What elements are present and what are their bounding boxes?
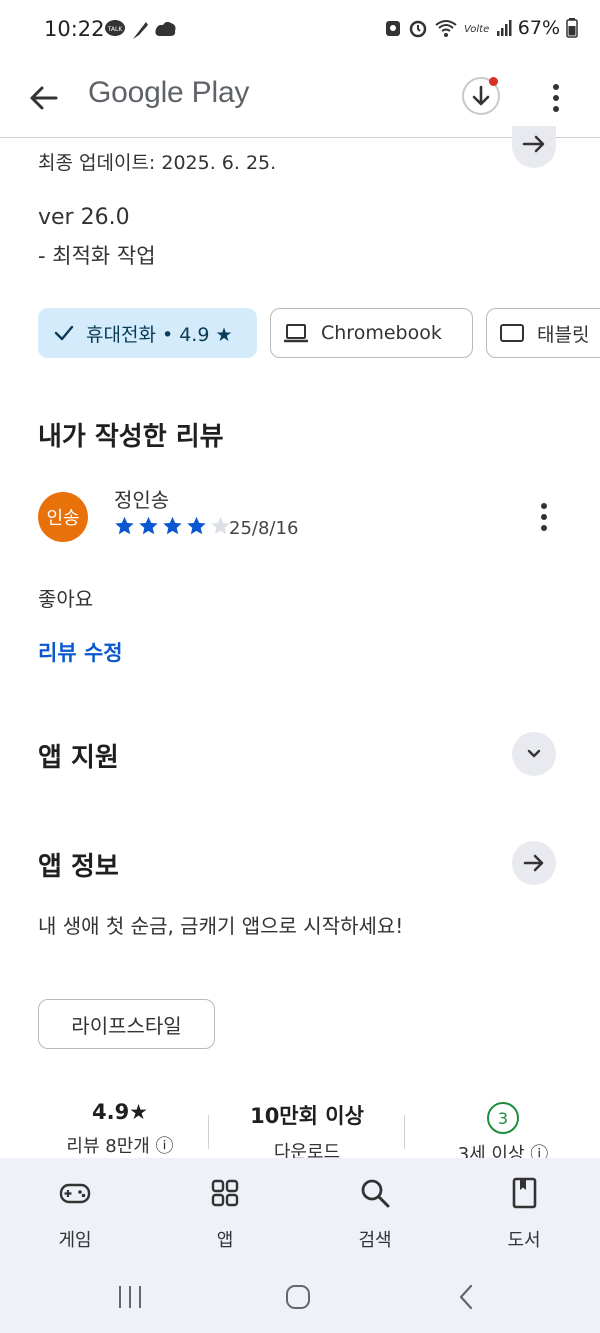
status-right: Volte 67% [384, 17, 578, 39]
app-info-title: 앱 정보 [38, 852, 119, 882]
star-filled-icon [139, 516, 158, 535]
signal-icon [496, 20, 512, 36]
category-label: 라이프스타일 [71, 1013, 182, 1038]
gamepad-icon [59, 1183, 91, 1204]
laptop-icon [284, 324, 308, 343]
nav-search-label: 검색 [358, 1230, 392, 1251]
review-date: 25/8/16 [229, 518, 299, 539]
nav-books-label: 도서 [507, 1230, 541, 1251]
avatar: 인송 [38, 492, 88, 542]
divider [208, 1115, 209, 1149]
chip-chromebook-label: Chromebook [321, 322, 442, 344]
app-support-expand-button[interactable] [512, 732, 556, 776]
nav-apps[interactable]: 앱 [185, 1176, 265, 1252]
notification-icons: TALK [104, 19, 178, 41]
my-review-title: 내가 작성한 리뷰 [38, 422, 224, 452]
battery-icon [566, 18, 578, 38]
divider [404, 1115, 405, 1149]
book-icon [512, 1177, 537, 1209]
svg-text:TALK: TALK [107, 26, 124, 33]
recent-apps-icon[interactable] [115, 1282, 145, 1312]
star-filled-icon [187, 516, 206, 535]
notification-dot [489, 77, 498, 86]
status-bar: 10:22 TALK Volte 67% [0, 0, 600, 62]
stat-rating-value: 4.9★ [91, 1100, 149, 1124]
app-description: 내 생애 첫 순금, 금캐기 앱으로 시작하세요! [38, 914, 404, 938]
reviewer-name: 정인송 [114, 488, 170, 512]
age-badge: 3 [487, 1102, 519, 1134]
chip-phone-label: 휴대전화 • 4.9 ★ [86, 323, 233, 346]
last-updated: 최종 업데이트: 2025. 6. 25. [38, 152, 277, 174]
app-info-arrow-button[interactable] [512, 841, 556, 885]
edit-review-link[interactable]: 리뷰 수정 [38, 637, 123, 667]
apps-grid-icon [211, 1179, 239, 1207]
stat-rating-label: 리뷰 8만개 ⓘ [66, 1136, 174, 1157]
chip-chromebook[interactable]: Chromebook [270, 308, 473, 358]
review-text: 좋아요 [38, 587, 94, 611]
status-time: 10:22 [44, 17, 105, 41]
check-icon [54, 325, 74, 341]
bottom-navigation: 게임 앱 검색 도서 [0, 1158, 600, 1333]
arrow-right-icon [522, 135, 545, 153]
stat-age: 3 3세 이상 ⓘ [420, 1100, 586, 1166]
stat-rating: 4.9★ 리뷰 8만개 ⓘ [40, 1100, 200, 1158]
battery-percent: 67% [517, 17, 560, 39]
search-icon [361, 1179, 390, 1208]
more-options-icon[interactable] [544, 80, 568, 116]
nav-books[interactable]: 도서 [484, 1176, 564, 1252]
avatar-text: 인송 [46, 508, 80, 529]
nav-search[interactable]: 검색 [335, 1176, 415, 1252]
review-more-options-icon[interactable] [532, 500, 556, 534]
star-filled-icon [115, 516, 134, 535]
talk-icon: TALK [105, 20, 125, 36]
wifi-icon [435, 20, 457, 37]
volte-icon: Volte [464, 24, 489, 35]
chip-tablet-label: 태블릿 [537, 323, 590, 346]
star-rating [113, 515, 232, 537]
app-support-title: 앱 지원 [38, 743, 119, 773]
nav-apps-label: 앱 [216, 1230, 234, 1251]
whats-new-arrow-button[interactable] [512, 126, 556, 168]
google-play-logo: Google Play [88, 76, 250, 109]
feather-icon [133, 22, 148, 39]
stat-downloads: 10만회 이상 다운로드 [222, 1100, 392, 1164]
star-filled-icon [163, 516, 182, 535]
chevron-down-icon [527, 749, 541, 758]
alarm-icon [409, 20, 427, 38]
battery-saver-icon [385, 21, 400, 36]
chip-phone[interactable]: 휴대전화 • 4.9 ★ [38, 308, 257, 358]
cloud-icon [155, 21, 176, 36]
back-arrow-icon[interactable] [26, 80, 62, 116]
tablet-icon [500, 324, 524, 342]
back-nav-icon[interactable] [452, 1282, 482, 1312]
chip-tablet[interactable]: 태블릿 [486, 308, 600, 358]
category-chip[interactable]: 라이프스타일 [38, 999, 215, 1049]
age-badge-text: 3 [497, 1108, 509, 1128]
svg-text:Volte: Volte [464, 24, 489, 35]
version-text: ver 26.0 [38, 205, 130, 230]
nav-games-label: 게임 [58, 1230, 92, 1251]
stat-downloads-value: 10만회 이상 [250, 1104, 364, 1128]
home-icon[interactable] [283, 1282, 313, 1312]
arrow-right-icon [523, 854, 544, 872]
app-bar: Google Play [0, 62, 600, 138]
nav-games[interactable]: 게임 [35, 1176, 115, 1252]
release-note: - 최적화 작업 [38, 244, 156, 268]
